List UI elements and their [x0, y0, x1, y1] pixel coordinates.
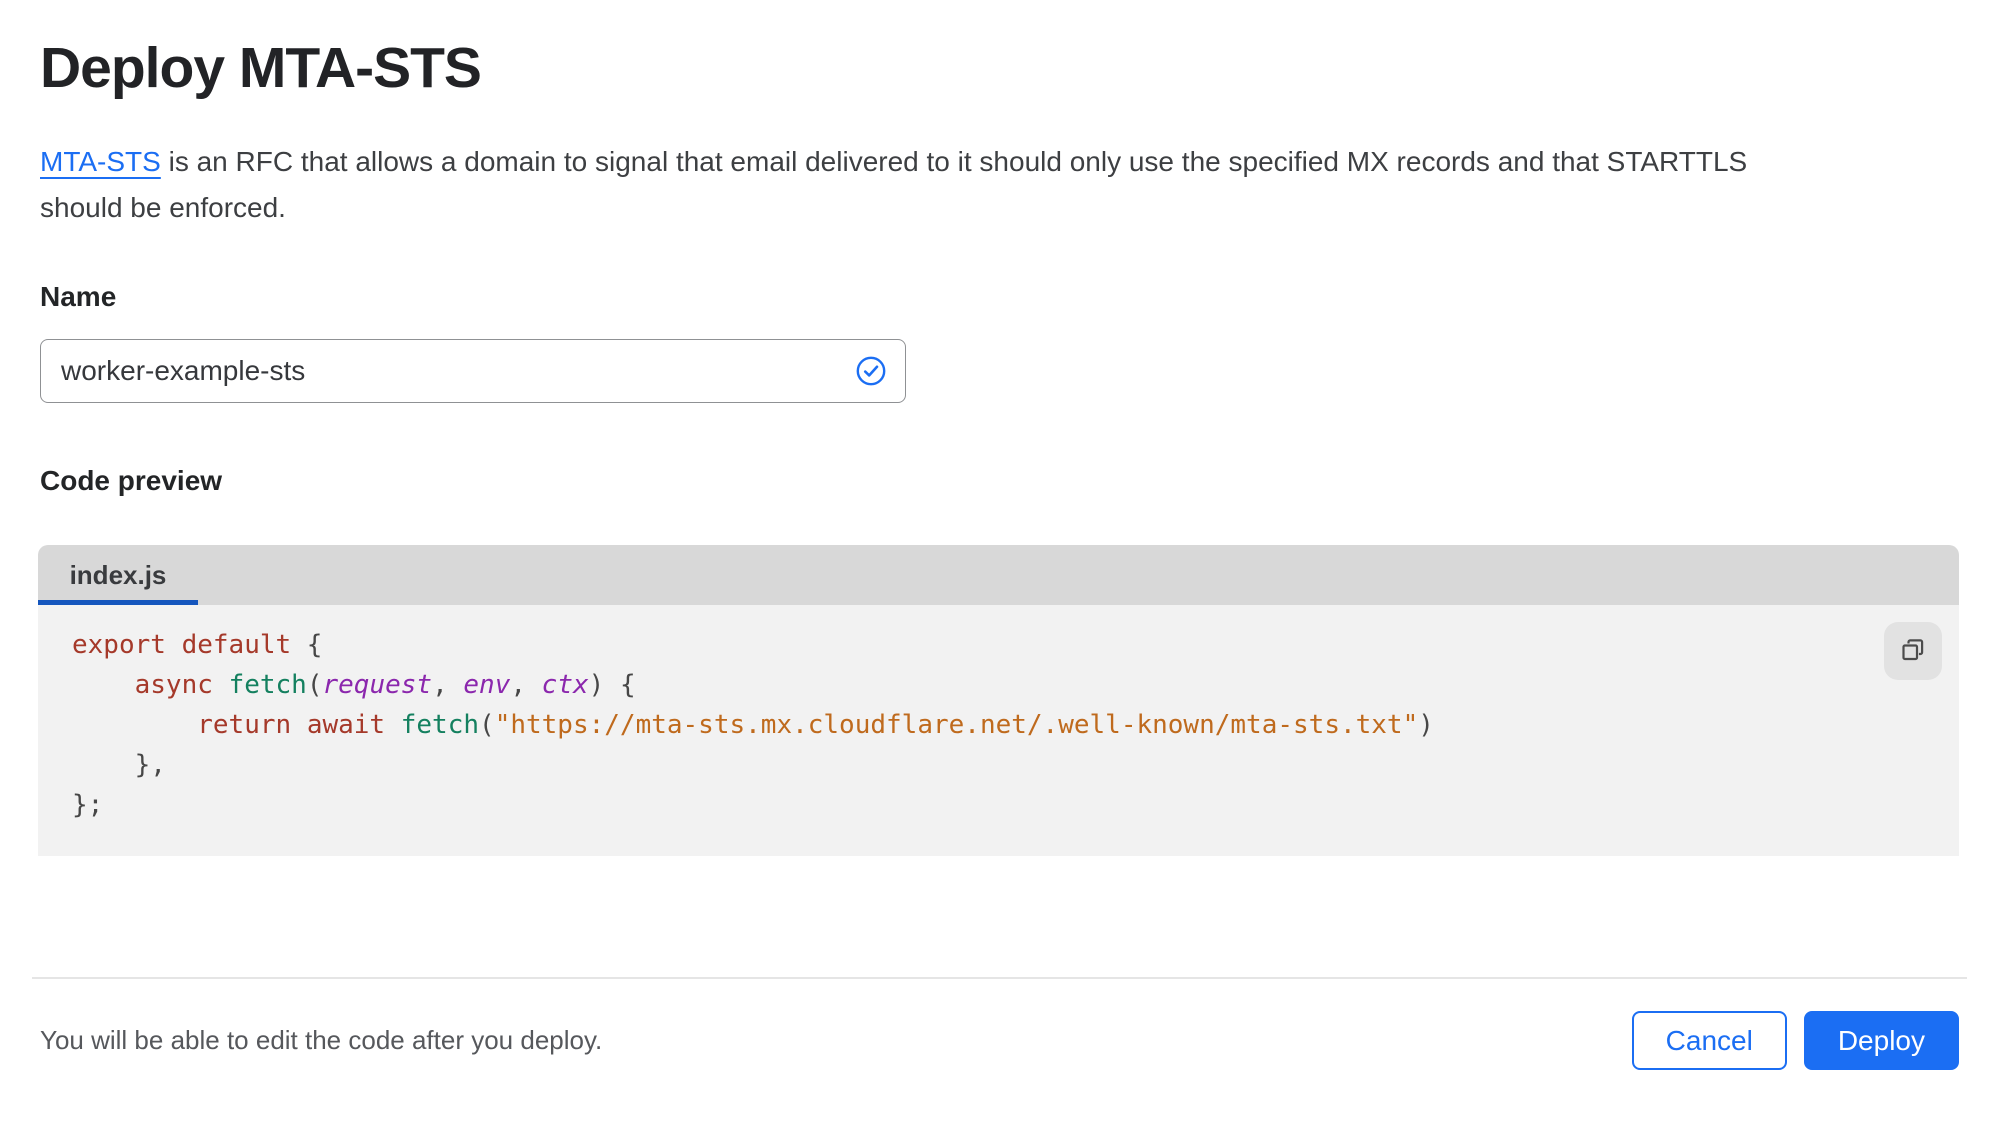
footer-buttons: Cancel Deploy [1631, 1011, 1959, 1070]
check-circle-icon [855, 355, 887, 387]
description-line2: should be enforced. [40, 192, 286, 223]
code-preview-label: Code preview [40, 465, 223, 496]
page-title: Deploy MTA-STS [40, 36, 482, 100]
copy-button[interactable] [1884, 622, 1942, 680]
copy-icon [1899, 636, 1927, 667]
code-preview-card: index.js export default { async fetch(re… [38, 545, 1959, 856]
description-line1: is an RFC that allows a domain to signal… [160, 146, 1748, 177]
footer-note: You will be able to edit the code after … [40, 1025, 603, 1055]
description-text: MTA-STS is an RFC that allows a domain t… [40, 139, 1959, 231]
code-tabbar: index.js [38, 545, 1959, 605]
tab-index-js[interactable]: index.js [38, 545, 198, 605]
deploy-button[interactable]: Deploy [1803, 1011, 1959, 1070]
name-input-container[interactable] [40, 339, 906, 403]
mta-sts-link[interactable]: MTA-STS [40, 146, 161, 177]
name-input[interactable] [61, 355, 855, 387]
cancel-button[interactable]: Cancel [1631, 1011, 1787, 1070]
code-block: export default { async fetch(request, en… [72, 630, 1434, 820]
footer: You will be able to edit the code after … [0, 1011, 1999, 1070]
footer-divider [32, 977, 1967, 979]
code-area: export default { async fetch(request, en… [38, 605, 1959, 856]
name-label: Name [40, 281, 117, 312]
